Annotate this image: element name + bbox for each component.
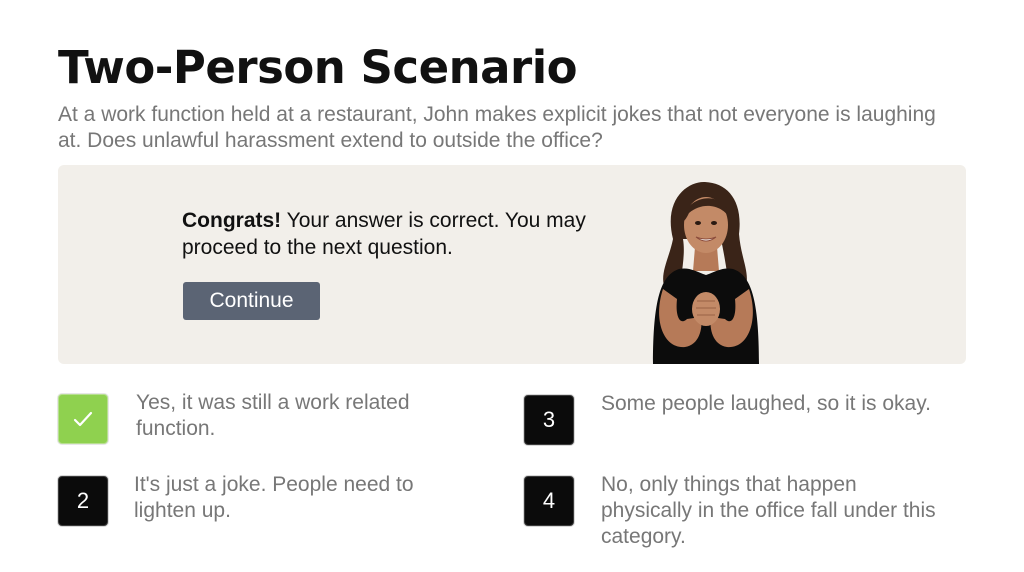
- continue-button[interactable]: Continue: [183, 282, 320, 320]
- feedback-panel: Congrats! Your answer is correct. You ma…: [58, 165, 966, 364]
- congrats-label: Congrats!: [182, 209, 282, 232]
- option-2-label: It's just a joke. People need to lighten…: [134, 473, 414, 522]
- option-1-label: Yes, it was still a work related functio…: [136, 391, 410, 440]
- option-4-marker: 4: [524, 476, 574, 526]
- page-title: Two-Person Scenario: [58, 41, 578, 94]
- quiz-slide: Two-Person Scenario At a work function h…: [0, 0, 1024, 572]
- option-2-marker: 2: [58, 476, 108, 526]
- option-2[interactable]: 2 It's just a joke. People need to light…: [58, 473, 478, 536]
- feedback-message: Congrats! Your answer is correct. You ma…: [182, 207, 602, 261]
- check-icon: [73, 411, 93, 427]
- option-4-label: No, only things that happen physically i…: [601, 473, 936, 548]
- question-text: At a work function held at a restaurant,…: [58, 103, 936, 152]
- option-3-marker: 3: [524, 395, 574, 445]
- option-3-label: Some people laughed, so it is okay.: [601, 392, 931, 415]
- option-3[interactable]: 3 Some people laughed, so it is okay.: [524, 392, 964, 455]
- option-4[interactable]: 4 No, only things that happen physically…: [524, 473, 964, 556]
- option-1-marker: [58, 394, 108, 444]
- presenter-image: [653, 181, 759, 364]
- option-1[interactable]: Yes, it was still a work related functio…: [58, 391, 478, 454]
